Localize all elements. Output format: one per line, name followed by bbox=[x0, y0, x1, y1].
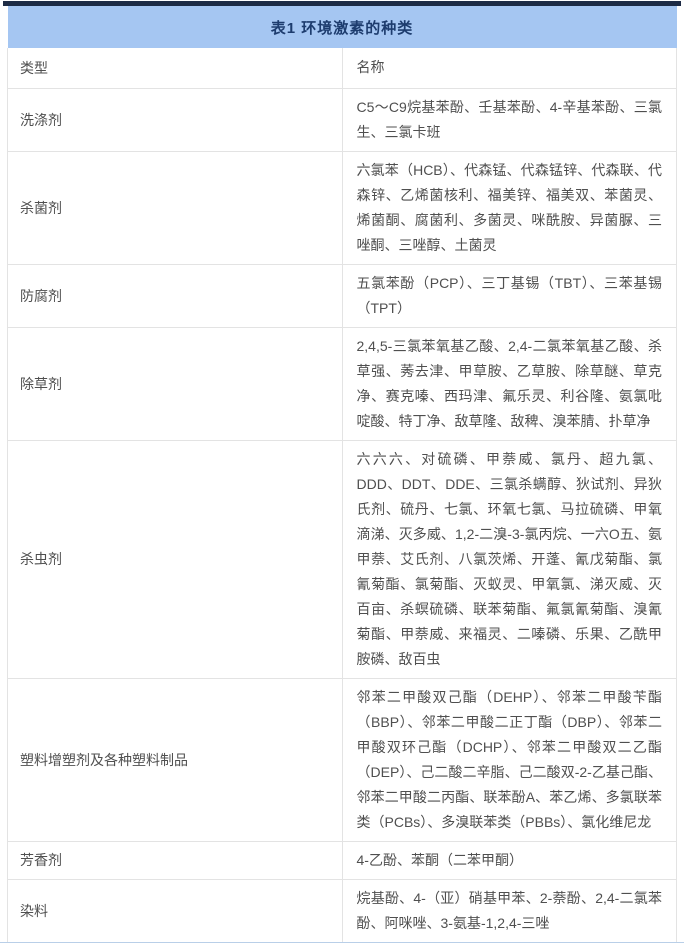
environmental-hormones-table: 表1 环境激素的种类 类型 名称 洗涤剂 C5～C9烷基苯酚、壬基苯酚、4-辛基… bbox=[7, 6, 677, 942]
table-row-detergents: 洗涤剂 C5～C9烷基苯酚、壬基苯酚、4-辛基苯酚、三氯生、三氯卡班 bbox=[8, 88, 677, 151]
page: 表1 环境激素的种类 类型 名称 洗涤剂 C5～C9烷基苯酚、壬基苯酚、4-辛基… bbox=[0, 1, 684, 646]
table-row-insecticides: 杀虫剂 六六六、对硫磷、甲萘威、氯丹、超九氯、DDD、DDT、DDE、三氯杀螨醇… bbox=[8, 440, 677, 678]
title-row: 表1 环境激素的种类 bbox=[8, 6, 677, 48]
column-header-name: 名称 bbox=[342, 48, 677, 88]
type-cell: 杀虫剂 bbox=[8, 440, 343, 678]
table-row-fragrances: 芳香剂 4-乙酚、苯酮（二苯甲酮） bbox=[8, 841, 677, 879]
table-row-plasticizers: 塑料增塑剂及各种塑料制品 邻苯二甲酸双己酯（DEHP）、邻苯二甲酸苄酯（BBP）… bbox=[8, 678, 677, 841]
names-cell: 4-乙酚、苯酮（二苯甲酮） bbox=[342, 841, 677, 879]
table-title: 表1 环境激素的种类 bbox=[8, 6, 677, 48]
names-cell: C5～C9烷基苯酚、壬基苯酚、4-辛基苯酚、三氯生、三氯卡班 bbox=[342, 88, 677, 151]
table-row-dyes: 染料 烷基酚、4-（亚）硝基甲苯、2-萘酚、2,4-二氯苯酚、阿咪唑、3-氨基-… bbox=[8, 879, 677, 942]
names-cell: 烷基酚、4-（亚）硝基甲苯、2-萘酚、2,4-二氯苯酚、阿咪唑、3-氨基-1,2… bbox=[342, 879, 677, 942]
type-cell: 芳香剂 bbox=[8, 841, 343, 879]
table-row-preservatives: 防腐剂 五氯苯酚（PCP）、三丁基锡（TBT）、三苯基锡（TPT） bbox=[8, 264, 677, 327]
names-cell: 邻苯二甲酸双己酯（DEHP）、邻苯二甲酸苄酯（BBP）、邻苯二甲酸二正丁酯（DB… bbox=[342, 678, 677, 841]
header-row: 类型 名称 bbox=[8, 48, 677, 88]
names-cell: 六六六、对硫磷、甲萘威、氯丹、超九氯、DDD、DDT、DDE、三氯杀螨醇、狄试剂… bbox=[342, 440, 677, 678]
type-cell: 塑料增塑剂及各种塑料制品 bbox=[8, 678, 343, 841]
names-cell: 六氯苯（HCB）、代森锰、代森锰锌、代森联、代森锌、乙烯菌核利、福美锌、福美双、… bbox=[342, 151, 677, 264]
bottom-divider bbox=[0, 942, 684, 943]
names-cell: 五氯苯酚（PCP）、三丁基锡（TBT）、三苯基锡（TPT） bbox=[342, 264, 677, 327]
names-cell: 2,4,5-三氯苯氧基乙酸、2,4-二氯苯氧基乙酸、杀草强、莠去津、甲草胺、乙草… bbox=[342, 327, 677, 440]
type-cell: 除草剂 bbox=[8, 327, 343, 440]
type-cell: 防腐剂 bbox=[8, 264, 343, 327]
type-cell: 染料 bbox=[8, 879, 343, 942]
type-cell: 洗涤剂 bbox=[8, 88, 343, 151]
column-header-type: 类型 bbox=[8, 48, 343, 88]
table-row-herbicides: 除草剂 2,4,5-三氯苯氧基乙酸、2,4-二氯苯氧基乙酸、杀草强、莠去津、甲草… bbox=[8, 327, 677, 440]
table-row-fungicides: 杀菌剂 六氯苯（HCB）、代森锰、代森锰锌、代森联、代森锌、乙烯菌核利、福美锌、… bbox=[8, 151, 677, 264]
type-cell: 杀菌剂 bbox=[8, 151, 343, 264]
